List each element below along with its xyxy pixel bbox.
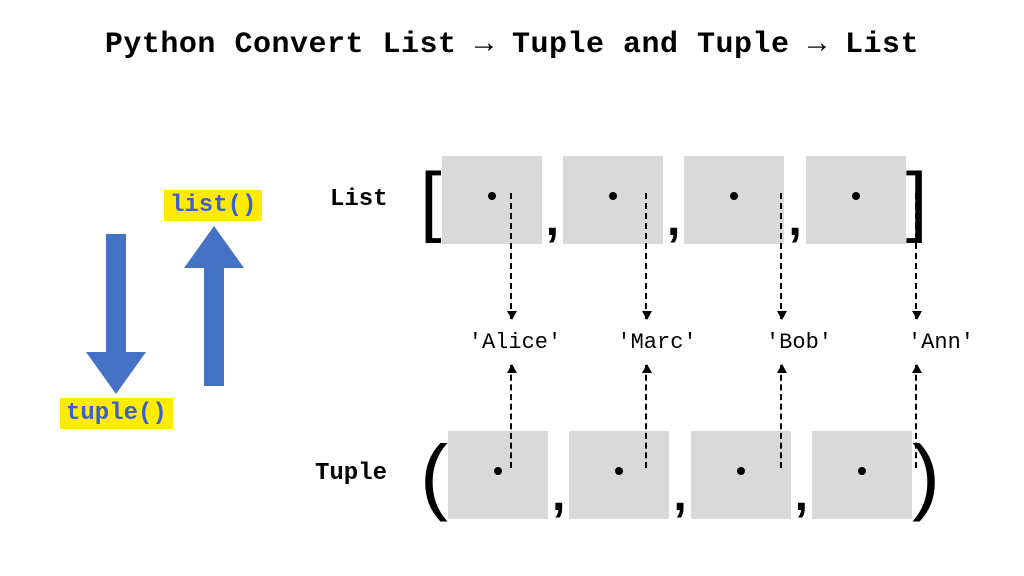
list-cell-3 — [806, 156, 906, 244]
list-sep-0: , — [546, 196, 559, 244]
list-cell-2 — [684, 156, 784, 244]
dash-arrow-list-3 — [915, 193, 917, 319]
dot-icon — [488, 192, 496, 200]
arrow-down-icon — [86, 234, 146, 394]
tuple-label: Tuple — [315, 460, 387, 487]
list-cell-0 — [442, 156, 542, 244]
dot-icon — [494, 467, 502, 475]
tuple-sep-0: , — [552, 471, 565, 519]
dash-arrow-tuple-2 — [780, 365, 782, 468]
dash-arrow-tuple-1 — [645, 365, 647, 468]
value-0: 'Alice' — [454, 330, 576, 355]
value-3: 'Ann' — [880, 330, 1002, 355]
list-fn-label: list() — [164, 190, 262, 221]
list-row: [ , , , ] — [420, 150, 927, 250]
dot-icon — [737, 467, 745, 475]
tuple-sep-1: , — [673, 471, 686, 519]
value-2: 'Bob' — [738, 330, 860, 355]
dash-arrow-tuple-3 — [915, 365, 917, 468]
dash-arrow-tuple-0 — [510, 365, 512, 468]
dash-arrow-list-1 — [645, 193, 647, 319]
tuple-fn-label: tuple() — [60, 398, 173, 429]
dash-arrow-list-2 — [780, 193, 782, 319]
diagram-title: Python Convert List → Tuple and Tuple → … — [0, 28, 1024, 62]
dot-icon — [609, 192, 617, 200]
dot-icon — [730, 192, 738, 200]
arrow-up-icon — [184, 226, 244, 386]
dash-arrow-list-0 — [510, 193, 512, 319]
list-cell-1 — [563, 156, 663, 244]
list-sep-2: , — [788, 196, 801, 244]
list-label: List — [330, 186, 388, 213]
list-open-bracket: [ — [420, 161, 442, 239]
tuple-cell-2 — [691, 431, 791, 519]
tuple-cell-0 — [448, 431, 548, 519]
dot-icon — [858, 467, 866, 475]
values-row: 'Alice' 'Marc' 'Bob' 'Ann' — [454, 330, 1002, 355]
tuple-cell-3 — [812, 431, 912, 519]
list-sep-1: , — [667, 196, 680, 244]
dot-icon — [852, 192, 860, 200]
tuple-open-paren: ( — [420, 433, 448, 517]
value-1: 'Marc' — [596, 330, 718, 355]
tuple-row: ( , , , ) — [420, 425, 940, 525]
tuple-sep-2: , — [795, 471, 808, 519]
dot-icon — [615, 467, 623, 475]
tuple-cell-1 — [569, 431, 669, 519]
conversion-arrows-group: list() tuple() — [60, 190, 280, 450]
